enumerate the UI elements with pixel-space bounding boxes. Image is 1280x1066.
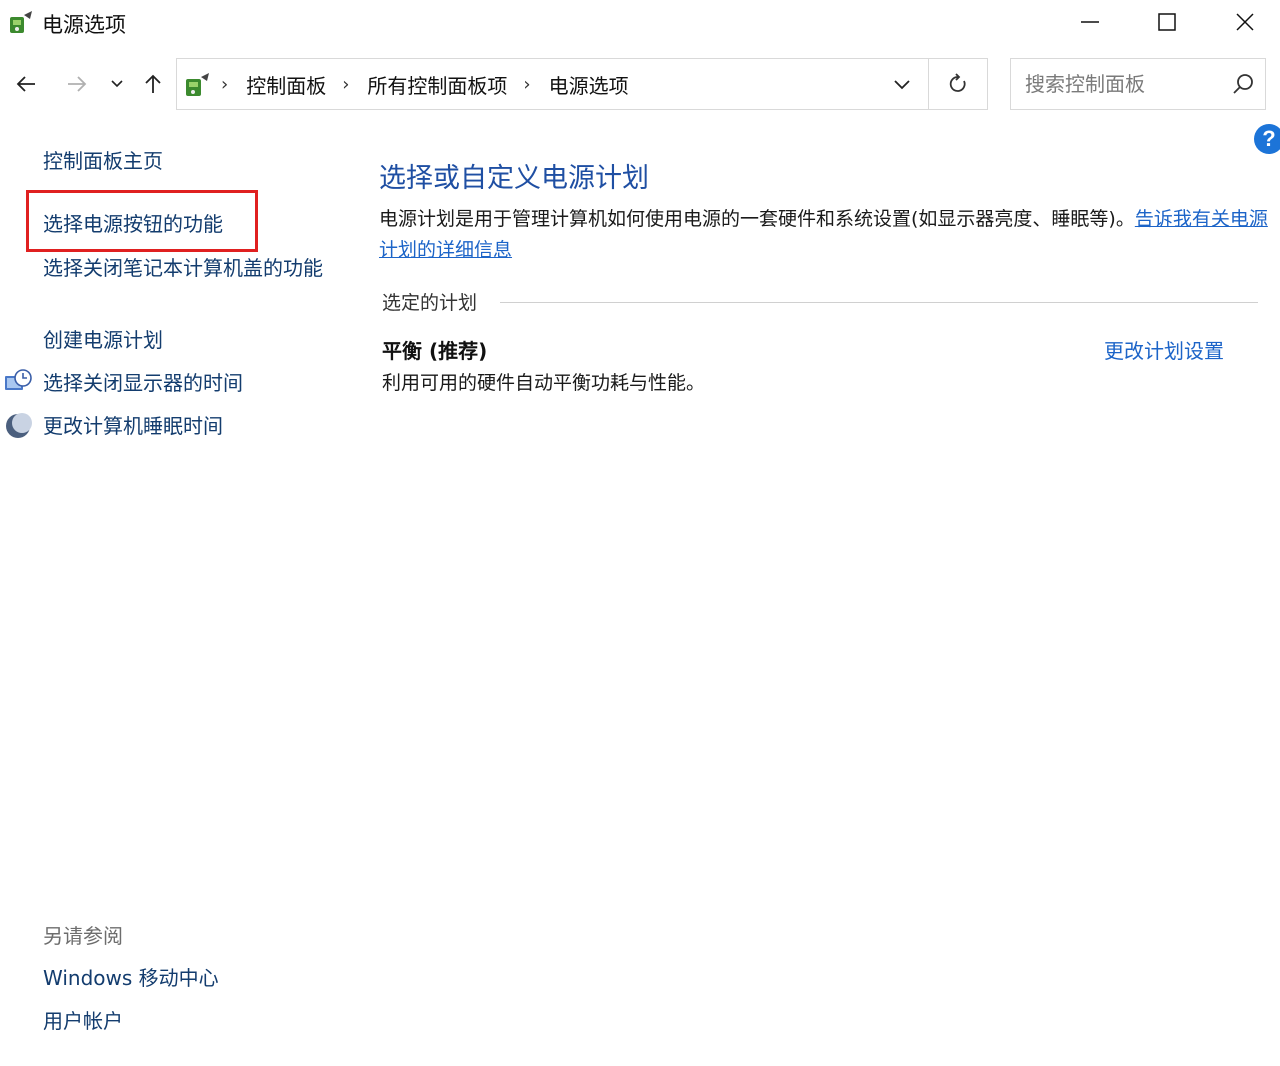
minimize-button[interactable]	[1051, 0, 1129, 44]
moon-icon	[6, 413, 32, 438]
page-description: 电源计划是用于管理计算机如何使用电源的一套硬件和系统设置(如显示器亮度、睡眠等)…	[379, 204, 1269, 266]
search-input[interactable]	[1025, 71, 1225, 97]
window-title: 电源选项	[42, 13, 126, 37]
refresh-button[interactable]	[928, 59, 987, 109]
recent-locations-button[interactable]	[102, 66, 132, 102]
breadcrumb-separator-icon[interactable]: ›	[340, 74, 367, 95]
monitor-clock-icon	[5, 369, 32, 390]
selected-plan-heading: 选定的计划	[382, 288, 490, 315]
close-icon	[1236, 13, 1254, 31]
description-text: 电源计划是用于管理计算机如何使用电源的一套硬件和系统设置(如显示器亮度、睡眠等)…	[379, 208, 1135, 230]
page-title: 选择或自定义电源计划	[379, 163, 649, 194]
address-history-dropdown[interactable]	[877, 59, 927, 109]
arrow-right-icon	[68, 76, 87, 92]
help-icon[interactable]: ?	[1254, 124, 1280, 154]
section-divider	[500, 302, 1258, 303]
plan-name: 平衡 (推荐)	[382, 339, 488, 363]
see-also-user-accounts[interactable]: 用户帐户	[43, 1006, 123, 1036]
chevron-down-icon	[111, 80, 123, 88]
maximize-icon	[1158, 13, 1176, 31]
sidebar-home-link[interactable]: 控制面板主页	[43, 146, 163, 176]
arrow-up-icon	[145, 74, 161, 93]
power-options-icon	[10, 11, 32, 33]
breadcrumb-power-options[interactable]: 电源选项	[549, 70, 643, 99]
see-also-heading: 另请参阅	[43, 924, 123, 948]
forward-button[interactable]	[60, 66, 94, 102]
chevron-down-icon	[894, 80, 910, 90]
breadcrumb: › 控制面板 › 所有控制面板项 › 电源选项	[221, 59, 643, 109]
maximize-button[interactable]	[1128, 0, 1206, 44]
change-plan-settings-link[interactable]: 更改计划设置	[1104, 335, 1224, 364]
see-also-mobility-center[interactable]: Windows 移动中心	[43, 963, 219, 993]
breadcrumb-control-panel[interactable]: 控制面板	[246, 70, 340, 99]
sidebar-item-create-plan[interactable]: 创建电源计划	[43, 325, 163, 355]
breadcrumb-separator-icon[interactable]: ›	[221, 74, 246, 95]
search-icon[interactable]	[1231, 72, 1255, 96]
sidebar-item-power-button-function[interactable]: 选择电源按钮的功能	[43, 209, 223, 239]
breadcrumb-separator-icon[interactable]: ›	[521, 74, 548, 95]
power-options-icon	[186, 73, 209, 96]
title-bar: 电源选项	[0, 0, 1280, 46]
search-box[interactable]	[1010, 58, 1266, 110]
arrow-left-icon	[16, 76, 35, 92]
plan-description: 利用可用的硬件自动平衡功耗与性能。	[382, 372, 706, 394]
close-button[interactable]	[1206, 0, 1280, 44]
refresh-icon	[949, 73, 966, 92]
up-button[interactable]	[136, 66, 170, 102]
sidebar-item-sleep-time[interactable]: 更改计算机睡眠时间	[43, 411, 223, 441]
minimize-icon	[1081, 21, 1099, 23]
sidebar-item-display-off-time[interactable]: 选择关闭显示器的时间	[43, 368, 243, 398]
back-button[interactable]	[9, 66, 43, 102]
sidebar-item-lid-close-function[interactable]: 选择关闭笔记本计算机盖的功能	[43, 253, 333, 283]
address-bar[interactable]: › 控制面板 › 所有控制面板项 › 电源选项	[176, 58, 988, 110]
breadcrumb-all-items[interactable]: 所有控制面板项	[367, 70, 521, 99]
